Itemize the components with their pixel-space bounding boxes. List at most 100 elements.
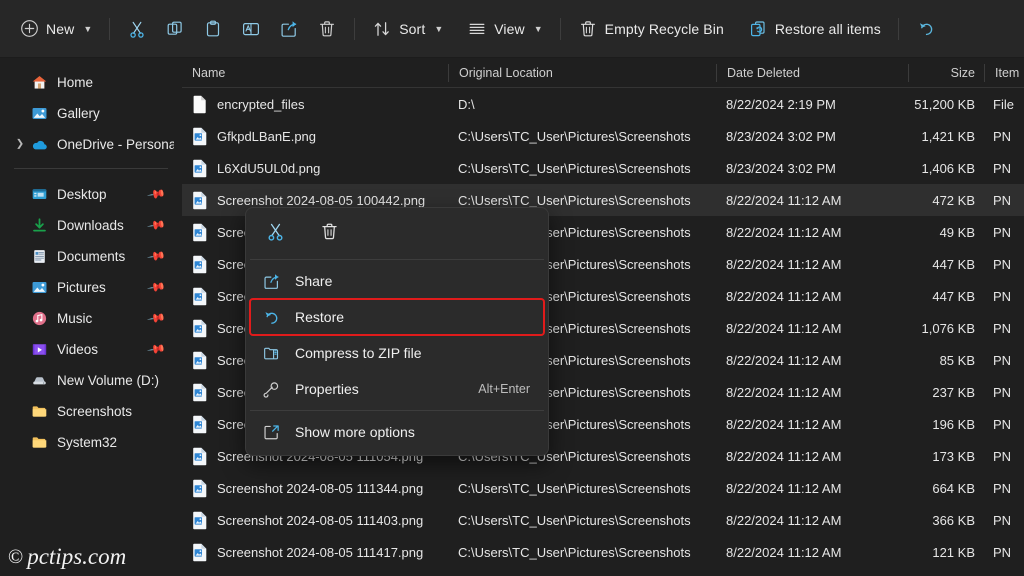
cell-item-type: PN (993, 224, 1012, 240)
cell-item-type: PN (993, 128, 1012, 144)
cell-name: GfkpdLBanE.png (182, 127, 448, 146)
column-header-itemtype[interactable]: Item (984, 63, 1024, 82)
sidebar-item-label: Pictures (57, 279, 106, 295)
table-row[interactable]: encrypted_files D:\ 8/22/2024 2:19 PM 51,20… (182, 88, 1024, 120)
context-menu-item-restore[interactable]: Restore (249, 298, 545, 336)
delete-button[interactable] (308, 12, 346, 46)
cell-name: Screenshot 2024-08-05 111417.png (182, 543, 448, 562)
table-row[interactable]: L6XdU5UL0d.png C:\Users\TC_User\Pictures\… (182, 152, 1024, 184)
restore-all-icon (748, 19, 768, 39)
sidebar-item-documents[interactable]: Documents 📌 (6, 241, 174, 271)
cell-name: L6XdU5UL0d.png (182, 159, 448, 178)
context-delete-button[interactable] (312, 218, 346, 250)
cut-button[interactable] (118, 12, 156, 46)
context-cut-button[interactable] (258, 218, 292, 250)
pin-icon[interactable]: 📌 (146, 277, 166, 297)
context-menu-item-compress-zip[interactable]: Compress to ZIP file (250, 335, 544, 371)
context-menu-item-share[interactable]: Share (250, 263, 544, 299)
column-header-name[interactable]: Name (182, 64, 448, 82)
sidebar-item-downloads[interactable]: Downloads 📌 (6, 210, 174, 240)
png-file-icon (192, 511, 208, 530)
cell-size: 1,421 KB (921, 128, 976, 144)
cell-size: 85 KB (939, 352, 975, 368)
cell-name: Screenshot 2024-08-05 111344.png (182, 479, 448, 498)
table-row[interactable]: Screenshot 2024-08-05 111403.png C:\Users… (182, 504, 1024, 536)
cell-size: 1,076 KB (921, 320, 976, 336)
sort-button-label: Sort (399, 20, 426, 37)
file-name-text: encrypted_files (217, 96, 305, 112)
sidebar-item-new-volume-d[interactable]: New Volume (D:) (6, 365, 174, 395)
copy-icon (165, 19, 185, 39)
pin-icon[interactable]: 📌 (146, 184, 166, 204)
context-menu-item-label: Share (295, 273, 333, 289)
sidebar-item-pictures[interactable]: Pictures 📌 (6, 272, 174, 302)
png-file-icon (192, 447, 208, 466)
table-row[interactable]: Screenshot 2024-08-05 111417.png C:\Users… (182, 536, 1024, 568)
cell-date-deleted: 8/22/2024 11:12 AM (726, 192, 842, 208)
table-row[interactable]: GfkpdLBanE.png C:\Users\TC_User\Pictures\… (182, 120, 1024, 152)
file-name-text: Screenshot 2024-08-05 111417.png (217, 544, 424, 560)
cell-original-location: D:\ (458, 96, 475, 112)
desktop-icon (30, 185, 48, 203)
view-button-label: View (494, 20, 525, 37)
paste-button[interactable] (194, 12, 232, 46)
sidebar-item-label: System32 (57, 434, 118, 450)
sidebar-item-onedrive[interactable]: ❯ OneDrive - Persona (6, 129, 174, 159)
view-button[interactable]: View ▼ (458, 12, 551, 46)
sidebar-item-music[interactable]: Music 📌 (6, 303, 174, 333)
table-row[interactable]: Screenshot 2024-08-05 111344.png C:\Users… (182, 472, 1024, 504)
cell-item-type: PN (993, 288, 1012, 304)
context-menu: Share Restore Compress to ZIP file Prope… (245, 207, 549, 456)
chevron-right-icon[interactable]: ❯ (14, 139, 26, 150)
share-button[interactable] (270, 12, 308, 46)
gallery-icon (30, 104, 48, 122)
folder-icon (30, 402, 48, 420)
sidebar-item-videos[interactable]: Videos 📌 (6, 334, 174, 364)
sidebar-item-label: Gallery (57, 105, 100, 121)
context-menu-item-properties[interactable]: Properties Alt+Enter (250, 371, 544, 407)
sidebar-item-system32[interactable]: System32 (6, 427, 174, 457)
undo-restore-button[interactable] (907, 12, 945, 46)
cell-size: 472 KB (932, 192, 975, 208)
cell-size: 49 KB (939, 224, 975, 240)
column-headers: Name Original Location Date Deleted Size… (182, 58, 1024, 88)
cell-size: 664 KB (932, 480, 975, 496)
cell-original-location: C:\Users\TC_User\Pictures\Screenshots (458, 512, 691, 528)
cell-size: 447 KB (932, 256, 975, 272)
rename-button[interactable] (232, 12, 270, 46)
sidebar-item-home[interactable]: Home (6, 67, 174, 97)
cell-date-deleted: 8/22/2024 11:12 AM (726, 224, 842, 240)
cell-date-deleted: 8/23/2024 3:02 PM (726, 128, 836, 144)
pin-icon[interactable]: 📌 (146, 339, 166, 359)
restore-all-items-button[interactable]: Restore all items (739, 12, 890, 46)
sidebar-item-gallery[interactable]: Gallery (6, 98, 174, 128)
copy-button[interactable] (156, 12, 194, 46)
chevron-down-icon: ▼ (83, 23, 93, 34)
paste-icon (203, 19, 223, 39)
pin-icon[interactable]: 📌 (146, 246, 166, 266)
documents-icon (30, 247, 48, 265)
context-menu-item-show-more-options[interactable]: Show more options (250, 414, 544, 450)
sidebar-item-label: OneDrive - Persona (57, 136, 174, 152)
undo-icon (916, 19, 936, 39)
drive-icon (30, 371, 48, 389)
pin-icon[interactable]: 📌 (146, 308, 166, 328)
empty-recycle-bin-button[interactable]: Empty Recycle Bin (569, 12, 733, 46)
sidebar-item-desktop[interactable]: Desktop 📌 (6, 179, 174, 209)
restore-all-items-label: Restore all items (774, 20, 881, 37)
sidebar-item-screenshots[interactable]: Screenshots (6, 396, 174, 426)
png-file-icon (192, 255, 208, 274)
pin-icon[interactable]: 📌 (146, 215, 166, 235)
column-header-location[interactable]: Original Location (448, 63, 716, 82)
file-name-text: Screenshot 2024-08-05 111344.png (217, 480, 424, 496)
cell-date-deleted: 8/22/2024 11:12 AM (726, 512, 842, 528)
png-file-icon (192, 223, 208, 242)
cell-size: 366 KB (932, 512, 975, 528)
column-header-date[interactable]: Date Deleted (716, 63, 908, 82)
cell-date-deleted: 8/22/2024 11:12 AM (726, 544, 842, 560)
column-header-size[interactable]: Size (908, 63, 984, 82)
context-menu-item-label: Show more options (295, 424, 415, 440)
cell-original-location: C:\Users\TC_User\Pictures\Screenshots (458, 192, 691, 208)
new-button[interactable]: New ▼ (10, 12, 101, 46)
sort-button[interactable]: Sort ▼ (363, 12, 452, 46)
